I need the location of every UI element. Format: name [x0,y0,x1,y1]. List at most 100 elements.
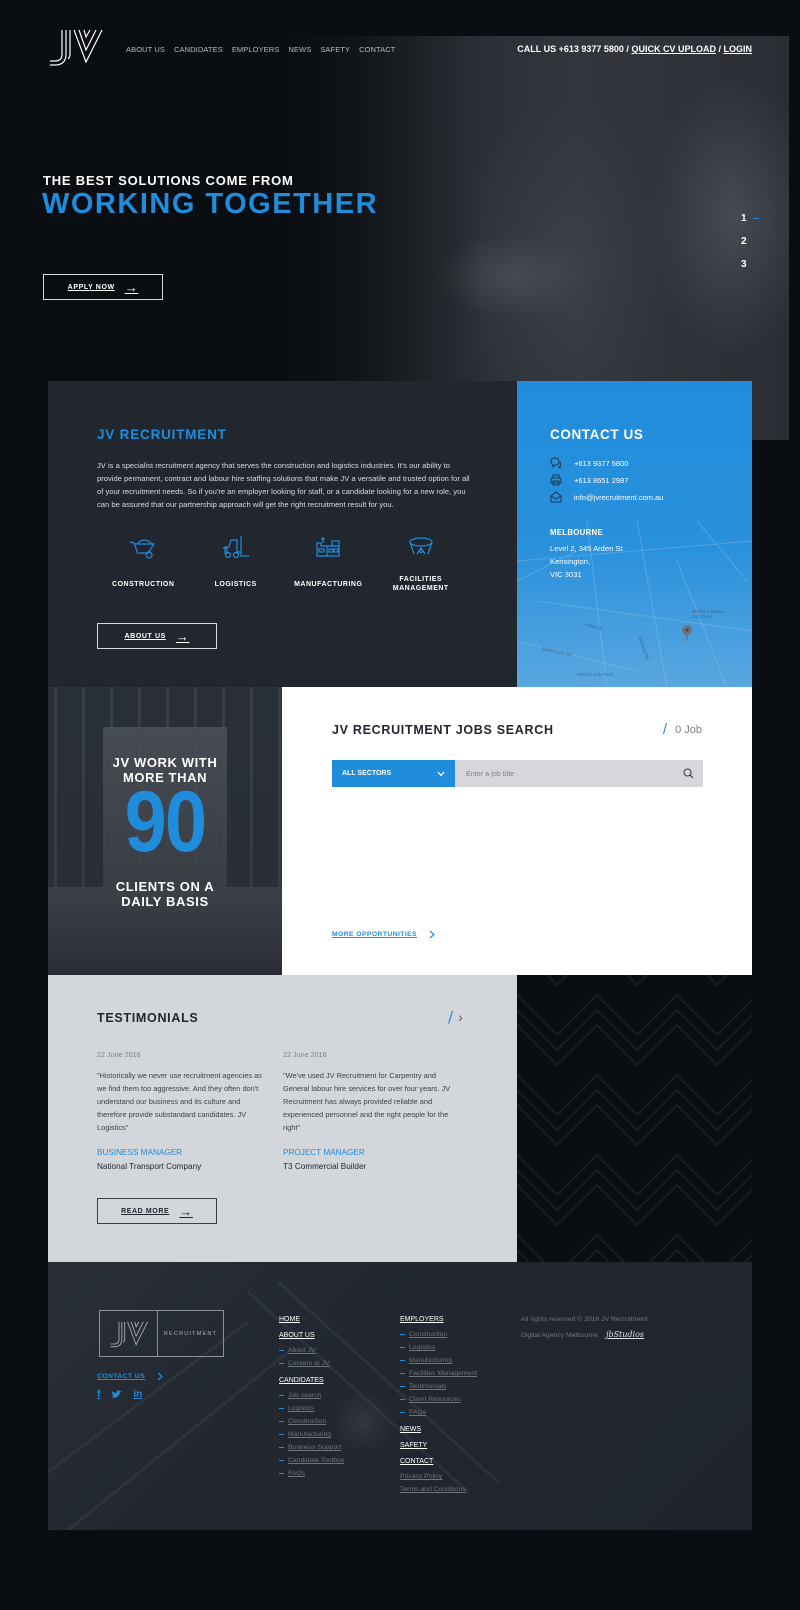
nav-contact[interactable]: CONTACT [359,45,395,54]
footer-link-testimonials[interactable]: Testimonials [400,1380,477,1393]
next-testimonial-button[interactable]: › [458,1009,463,1025]
contact-panel: CONTACT US +613 9377 5800 +613 8651 2987… [517,381,752,687]
clients-count: 90 [124,774,207,870]
footer-link-about-us[interactable]: ABOUT US [279,1328,344,1344]
contact-fax[interactable]: +613 8651 2987 [550,474,628,486]
footer-link-contact[interactable]: CONTACT [400,1454,477,1470]
sector-manufacturing[interactable]: MANUFACTURING [282,534,375,594]
chevron-right-icon [157,1372,163,1381]
slide-3[interactable]: 3 [741,253,759,276]
nav-about-us[interactable]: ABOUT US [126,45,165,54]
contact-phone[interactable]: +613 9377 5800 [550,457,628,469]
footer-link-careers[interactable]: Careers at JV [279,1357,344,1370]
sector-logistics[interactable]: LOGISTICS [190,534,283,594]
map-label: Northern Brakes and Clutch [692,609,725,619]
top-utility-links: CALL US +613 9377 5800 / QUICK CV UPLOAD… [517,44,752,54]
testimonial-quote: "Historically we never use recruitment a… [97,1071,262,1132]
more-opportunities-link[interactable]: MORE OPPORTUNITIES [332,930,435,939]
quick-cv-upload-link[interactable]: QUICK CV UPLOAD [631,44,716,54]
footer-link-facilities[interactable]: Facilities Management [400,1367,477,1380]
footer-link-home[interactable]: HOME [279,1312,344,1328]
slash-divider: / [662,721,668,738]
footer-legal: All rights reserved © 2016 JV Recruitmen… [521,1312,648,1343]
hero-title: WORKING TOGETHER [42,188,379,220]
map-label: Wishart Auto Tech [577,672,614,677]
sector-dropdown[interactable]: ALL SECTORS [332,760,455,787]
footer-link-emp-manufacturing[interactable]: Manufacturing [400,1354,477,1367]
slide-2[interactable]: 2 [741,230,759,253]
apply-now-button[interactable]: APPLY NOW → [43,274,163,300]
footer-link-emp-construction[interactable]: Construction [400,1328,477,1341]
facebook-icon[interactable]: f [97,1389,100,1400]
decorative-pattern [517,975,752,1262]
footer-link-employer-faqs[interactable]: FAQs [400,1406,477,1419]
slide-1[interactable]: 1 [741,207,759,230]
main-nav: ABOUT US CANDIDATES EMPLOYERS NEWS SAFET… [126,45,396,54]
contact-title: CONTACT US [550,427,644,442]
hero-subtitle: THE BEST SOLUTIONS COME FROM [43,173,294,188]
testimonial-date: 22 June 2016 [283,1050,327,1059]
testimonial-company: National Transport Company [97,1162,202,1171]
stats-outro: CLIENTS ON A DAILY BASIS [115,879,215,909]
about-title: JV RECRUITMENT [97,427,227,442]
search-button[interactable] [673,760,703,787]
jobs-search-title: JV RECRUITMENT JOBS SEARCH [332,723,554,737]
footer-link-candidate-faqs[interactable]: FAQs [279,1467,344,1480]
testimonials-nav: / › [448,1008,463,1026]
testimonial-company: T3 Commercial Builder [283,1162,367,1171]
contact-email[interactable]: info@jvrecruitment.com.au [550,491,663,503]
arrow-right-icon: → [124,279,139,295]
agency-link[interactable]: jbStudios [606,1330,644,1339]
job-title-input[interactable] [455,760,673,787]
footer-logo[interactable]: RECRUITMENT [99,1310,224,1357]
footer-link-manufacturing[interactable]: Manufacturing [279,1428,344,1441]
testimonial-item: 22 June 2016 "We've used JV Recruitment … [283,1050,458,1134]
footer-link-terms[interactable]: Terms and Conditions [400,1483,477,1496]
call-us-text: CALL US +613 9377 5800 [517,44,624,54]
footer-link-job-search[interactable]: Job search [279,1389,344,1402]
footer-link-emp-logistics[interactable]: Logistics [400,1341,477,1354]
footer-column-2: EMPLOYERS Construction Logistics Manufac… [400,1312,477,1496]
chevron-right-icon [429,930,435,939]
nav-safety[interactable]: SAFETY [320,45,350,54]
footer-contact-link[interactable]: CONTACT US [97,1372,163,1381]
linkedin-icon[interactable]: in [133,1389,142,1400]
footer-link-client-resources[interactable]: Client Resources [400,1393,477,1406]
nav-candidates[interactable]: CANDIDATES [174,45,223,54]
footer-link-about-jv[interactable]: About JV [279,1344,344,1357]
footer-link-safety[interactable]: SAFETY [400,1438,477,1454]
hero-section: ABOUT US CANDIDATES EMPLOYERS NEWS SAFET… [0,0,800,440]
forklift-icon [222,536,249,559]
footer-link-employers[interactable]: EMPLOYERS [400,1312,477,1328]
footer-link-business-support[interactable]: Business Support [279,1441,344,1454]
jv-logo-mark [109,1321,148,1347]
office-address: Level 2, 345 Arden St Kensington, VIC 30… [550,544,623,579]
sector-facilities-management[interactable]: FACILITIES MANAGEMENT [375,534,468,594]
testimonial-quote: "We've used JV Recruitment for Carpentry… [283,1071,451,1132]
sector-construction[interactable]: CONSTRUCTION [97,534,190,594]
about-text: JV is a specialist recruitment agency th… [97,461,470,509]
read-more-button[interactable]: READ MORE → [97,1198,217,1224]
facilities-icon [409,537,433,555]
social-links: f in [97,1389,142,1400]
footer-link-privacy[interactable]: Privacy Policy [400,1470,477,1483]
slash-divider: / [448,1008,454,1026]
footer-link-logistics[interactable]: Logistics [279,1402,344,1415]
mail-icon [550,491,562,503]
nav-news[interactable]: NEWS [288,45,311,54]
printer-icon [550,474,562,486]
agency-credit: Digital Agency Melbourne jbStudios [521,1330,645,1339]
footer-link-news[interactable]: NEWS [400,1422,477,1438]
footer-link-candidate-toolbox[interactable]: Candidate Toolbox [279,1454,344,1467]
office-city: MELBOURNE [550,528,603,537]
slide-pagination: 1 2 3 [741,207,759,276]
map-pin-icon[interactable] [682,625,692,641]
nav-employers[interactable]: EMPLOYERS [232,45,280,54]
footer-link-candidates[interactable]: CANDIDATES [279,1373,344,1389]
about-us-button[interactable]: ABOUT US → [97,623,217,649]
jv-logo[interactable] [48,28,104,66]
testimonial-date: 22 June 2016 [97,1050,141,1059]
footer-link-construction[interactable]: Construction [279,1415,344,1428]
login-link[interactable]: LOGIN [724,44,753,54]
twitter-icon[interactable] [111,1390,123,1399]
